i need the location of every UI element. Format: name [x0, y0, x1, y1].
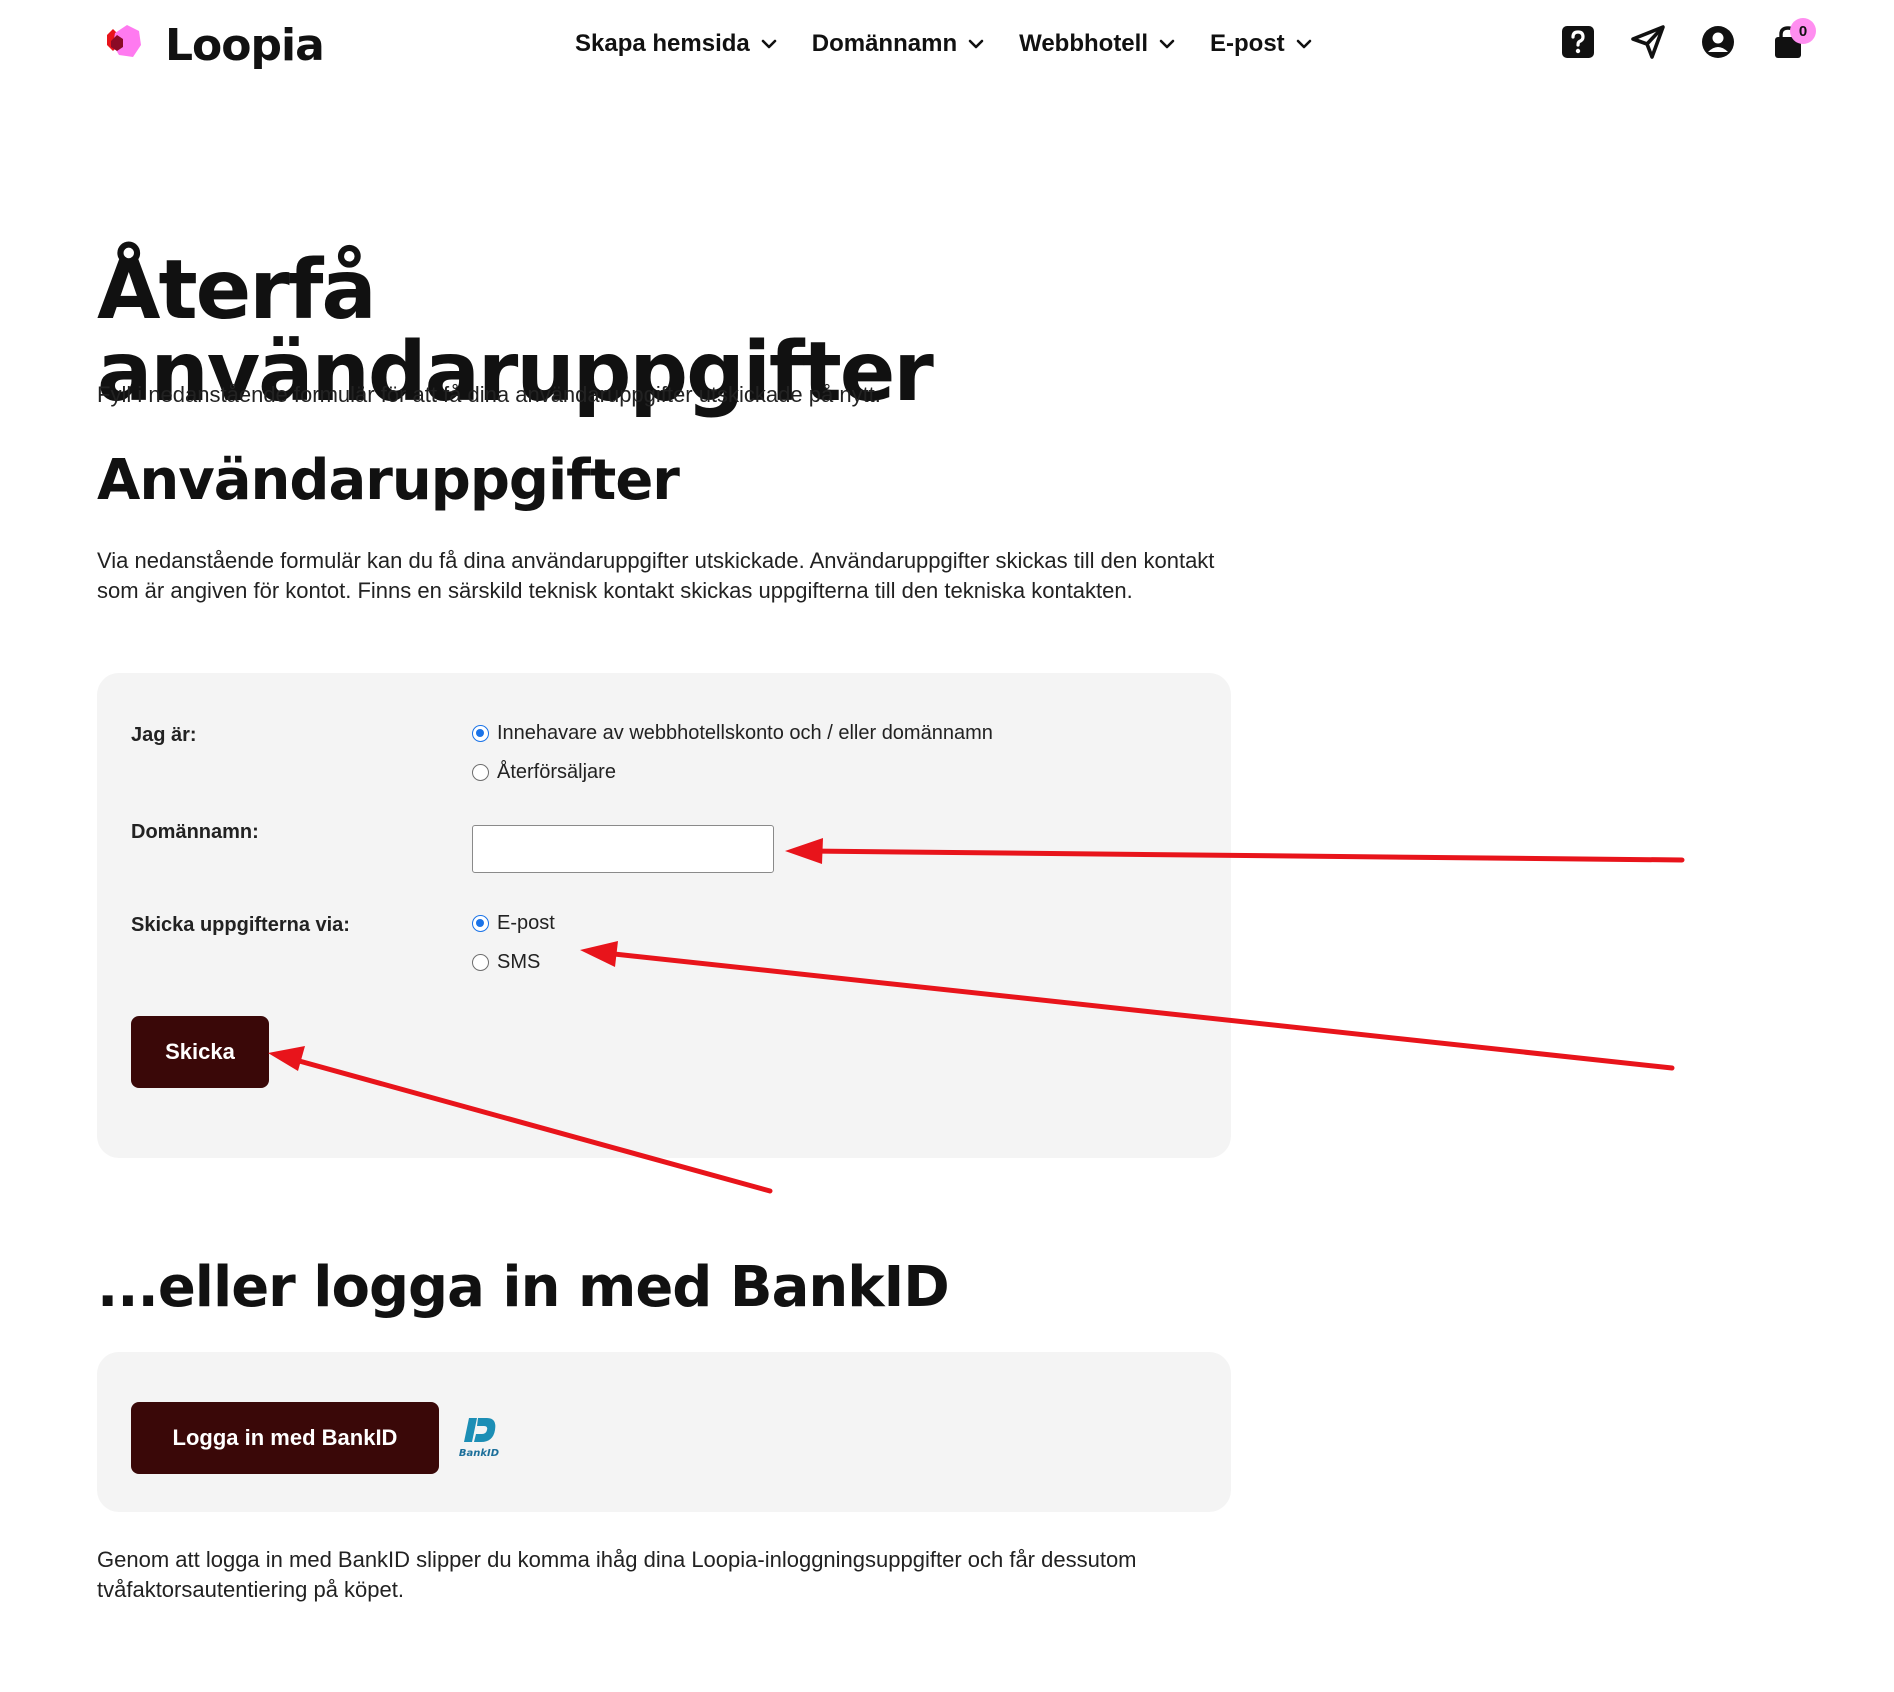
role-option-owner[interactable]: Innehavare av webbhotellskonto och / ell… — [472, 722, 993, 745]
page-intro: Fyll i nedanstående formulär för att få … — [97, 382, 881, 407]
nav-label: Domännamn — [811, 30, 958, 57]
chevron-down-icon — [968, 39, 984, 49]
nav-webbhotell[interactable]: Webbhotell — [1019, 30, 1176, 58]
main-nav: Skapa hemsida Domännamn Webbhotell E-pos… — [575, 30, 1313, 58]
cart-count-badge: 0 — [1790, 18, 1816, 44]
domain-input[interactable] — [472, 825, 774, 873]
site-header: Loopia Skapa hemsida Domännamn Webbhotel… — [0, 0, 1894, 100]
section-title: Användaruppgifter — [97, 448, 680, 513]
nav-label: Skapa hemsida — [575, 30, 750, 57]
bankid-logo-text: BankID — [459, 1448, 499, 1459]
bankid-note: Genom att logga in med BankID slipper du… — [97, 1547, 1137, 1602]
nav-domannamn[interactable]: Domännamn — [812, 30, 985, 58]
radio-label: SMS — [497, 951, 541, 973]
header-icons: 0 — [1560, 18, 1816, 60]
bankid-card: Logga in med BankID BankID — [97, 1352, 1231, 1512]
bankid-title: ...eller logga in med BankID — [97, 1255, 950, 1320]
radio-button[interactable] — [472, 764, 489, 781]
brand-name: Loopia — [165, 20, 325, 71]
bankid-logo-icon: BankID — [459, 1418, 499, 1459]
radio-label: E-post — [497, 912, 555, 934]
chevron-down-icon — [1296, 39, 1311, 49]
nav-label: E-post — [1210, 30, 1285, 57]
submit-button[interactable]: Skicka — [131, 1016, 269, 1088]
radio-button[interactable] — [472, 725, 489, 742]
loopia-logo-icon — [107, 24, 141, 57]
section-description: Via nedanstående formulär kan du få dina… — [97, 548, 1215, 603]
recovery-form: Jag är: Innehavare av webbhotellskonto o… — [97, 673, 1231, 1158]
nav-e-post[interactable]: E-post — [1210, 30, 1313, 58]
send-option-sms[interactable]: SMS — [472, 951, 540, 974]
radio-label: Innehavare av webbhotellskonto och / ell… — [497, 722, 993, 744]
user-account-icon[interactable] — [1700, 24, 1736, 60]
paper-plane-icon[interactable] — [1630, 24, 1666, 60]
role-label: Jag är: — [131, 724, 197, 746]
main-content: Återfå användaruppgifter Fyll i nedanstå… — [97, 250, 1227, 604]
role-option-reseller[interactable]: Återförsäljare — [472, 761, 616, 784]
help-icon[interactable] — [1560, 24, 1596, 60]
nav-skapa-hemsida[interactable]: Skapa hemsida — [575, 30, 778, 58]
radio-button[interactable] — [472, 915, 489, 932]
radio-label: Återförsäljare — [497, 761, 616, 783]
bankid-login-button[interactable]: Logga in med BankID — [131, 1402, 439, 1474]
shopping-bag-icon[interactable]: 0 — [1770, 18, 1816, 60]
nav-label: Webbhotell — [1019, 30, 1148, 57]
radio-button[interactable] — [472, 954, 489, 971]
loopia-logo[interactable]: Loopia — [97, 20, 325, 71]
send-option-email[interactable]: E-post — [472, 912, 555, 935]
chevron-down-icon — [761, 39, 777, 49]
domain-label: Domännamn: — [131, 821, 259, 843]
chevron-down-icon — [1159, 39, 1175, 49]
send-via-label: Skicka uppgifterna via: — [131, 914, 350, 936]
